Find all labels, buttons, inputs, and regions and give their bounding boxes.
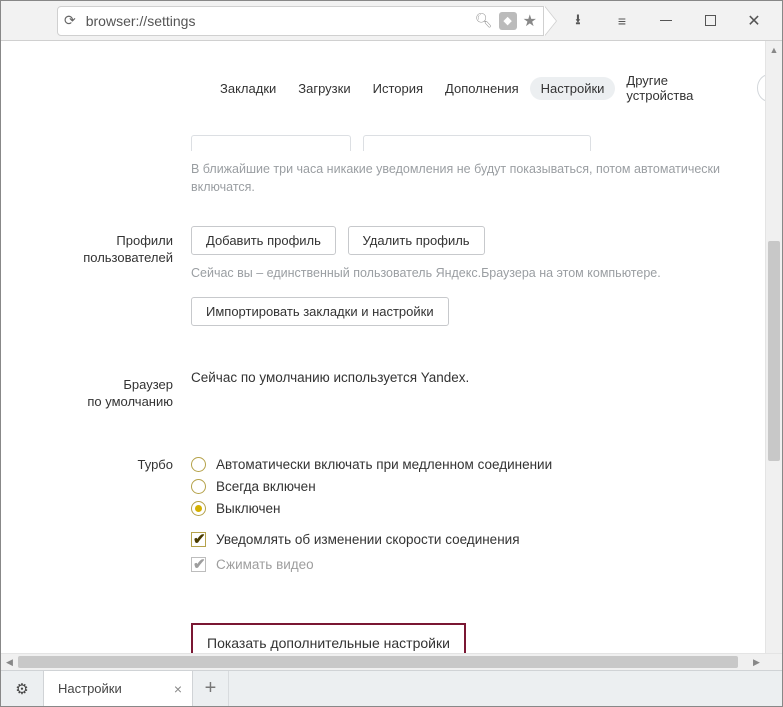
turbo-off-label: Выключен: [216, 501, 280, 516]
window-close[interactable]: ✕: [732, 1, 776, 41]
checkbox-icon: [191, 532, 206, 547]
scroll-right-icon[interactable]: ▶: [748, 654, 765, 670]
tab-strip: ⚙ Настройки × +: [1, 670, 782, 706]
settings-page: Закладки Загрузки История Дополнения Нас…: [1, 41, 782, 670]
radio-icon: [191, 457, 206, 472]
turbo-always-label: Всегда включен: [216, 479, 316, 494]
scroll-up-icon[interactable]: ▲: [766, 41, 782, 58]
nav-bookmarks[interactable]: Закладки: [209, 77, 287, 100]
tab-settings[interactable]: Настройки ×: [43, 671, 193, 706]
truncated-buttons: [191, 135, 754, 151]
window-maximize[interactable]: [688, 1, 732, 41]
turbo-compress-label: Сжимать видео: [216, 557, 314, 572]
turbo-notify-checkbox[interactable]: Уведомлять об изменении скорости соедине…: [191, 532, 754, 547]
gear-icon[interactable]: ⚙: [1, 671, 43, 706]
reload-icon[interactable]: ⟳: [64, 12, 76, 29]
profiles-hint: Сейчас вы – единственный пользователь Ян…: [191, 265, 754, 283]
turbo-off-radio[interactable]: Выключен: [191, 501, 754, 516]
search-icon[interactable]: 🔍︎: [475, 12, 493, 29]
new-tab-button[interactable]: +: [193, 671, 229, 706]
import-settings-button[interactable]: Импортировать закладки и настройки: [191, 297, 449, 326]
window-minimize[interactable]: [644, 1, 688, 41]
address-bar-tail: [544, 6, 556, 36]
section-turbo: Турбо Автоматически включать при медленн…: [1, 450, 782, 579]
scroll-left-icon[interactable]: ◀: [1, 654, 18, 670]
turbo-auto-label: Автоматически включать при медленном сое…: [216, 457, 552, 472]
radio-icon: [191, 479, 206, 494]
notifications-hint: В ближайшие три часа никакие уведомления…: [191, 161, 754, 196]
chrome-controls: ⭳ ≡ ✕: [556, 1, 782, 41]
bookmark-star-icon[interactable]: ★: [523, 11, 537, 31]
remove-profile-button[interactable]: Удалить профиль: [348, 226, 485, 255]
close-tab-icon[interactable]: ×: [174, 681, 182, 697]
url-input[interactable]: [84, 12, 469, 30]
browser-chrome: ⟳ 🔍︎ ◆ ★ ⭳ ≡ ✕: [1, 1, 782, 41]
turbo-always-radio[interactable]: Всегда включен: [191, 479, 754, 494]
checkbox-icon: [191, 557, 206, 572]
section-notifications: В ближайшие три часа никакие уведомления…: [1, 135, 782, 196]
tab-title: Настройки: [58, 681, 122, 696]
nav-other-devices[interactable]: Другие устройства: [615, 69, 738, 107]
nav-history[interactable]: История: [362, 77, 434, 100]
downloads-icon[interactable]: ⭳: [556, 1, 600, 41]
section-default-browser: Браузерпо умолчанию Сейчас по умолчанию …: [1, 370, 782, 410]
nav-downloads[interactable]: Загрузки: [287, 77, 361, 100]
radio-icon: [191, 501, 206, 516]
address-bar[interactable]: ⟳ 🔍︎ ◆ ★: [57, 6, 544, 36]
horizontal-scrollbar[interactable]: ◀ ▶: [1, 653, 782, 670]
default-browser-text: Сейчас по умолчанию используется Yandex.: [191, 370, 754, 385]
add-profile-button[interactable]: Добавить профиль: [191, 226, 336, 255]
turbo-notify-label: Уведомлять об изменении скорости соедине…: [216, 532, 520, 547]
scroll-thumb[interactable]: [18, 656, 738, 668]
nav-addons[interactable]: Дополнения: [434, 77, 530, 100]
turbo-compress-checkbox: Сжимать видео: [191, 557, 754, 572]
vertical-scrollbar[interactable]: ▲ ▼: [765, 41, 782, 670]
default-browser-label: Браузерпо умолчанию: [1, 370, 191, 410]
scroll-thumb[interactable]: [768, 241, 780, 461]
nav-settings[interactable]: Настройки: [530, 77, 616, 100]
settings-nav: Закладки Загрузки История Дополнения Нас…: [1, 41, 782, 107]
shield-icon[interactable]: ◆: [499, 12, 517, 30]
turbo-auto-radio[interactable]: Автоматически включать при медленном сое…: [191, 457, 754, 472]
menu-icon[interactable]: ≡: [600, 1, 644, 41]
section-profiles: Профилипользователей Добавить профиль Уд…: [1, 226, 782, 326]
profiles-label: Профилипользователей: [1, 226, 191, 326]
turbo-label: Турбо: [1, 450, 191, 579]
